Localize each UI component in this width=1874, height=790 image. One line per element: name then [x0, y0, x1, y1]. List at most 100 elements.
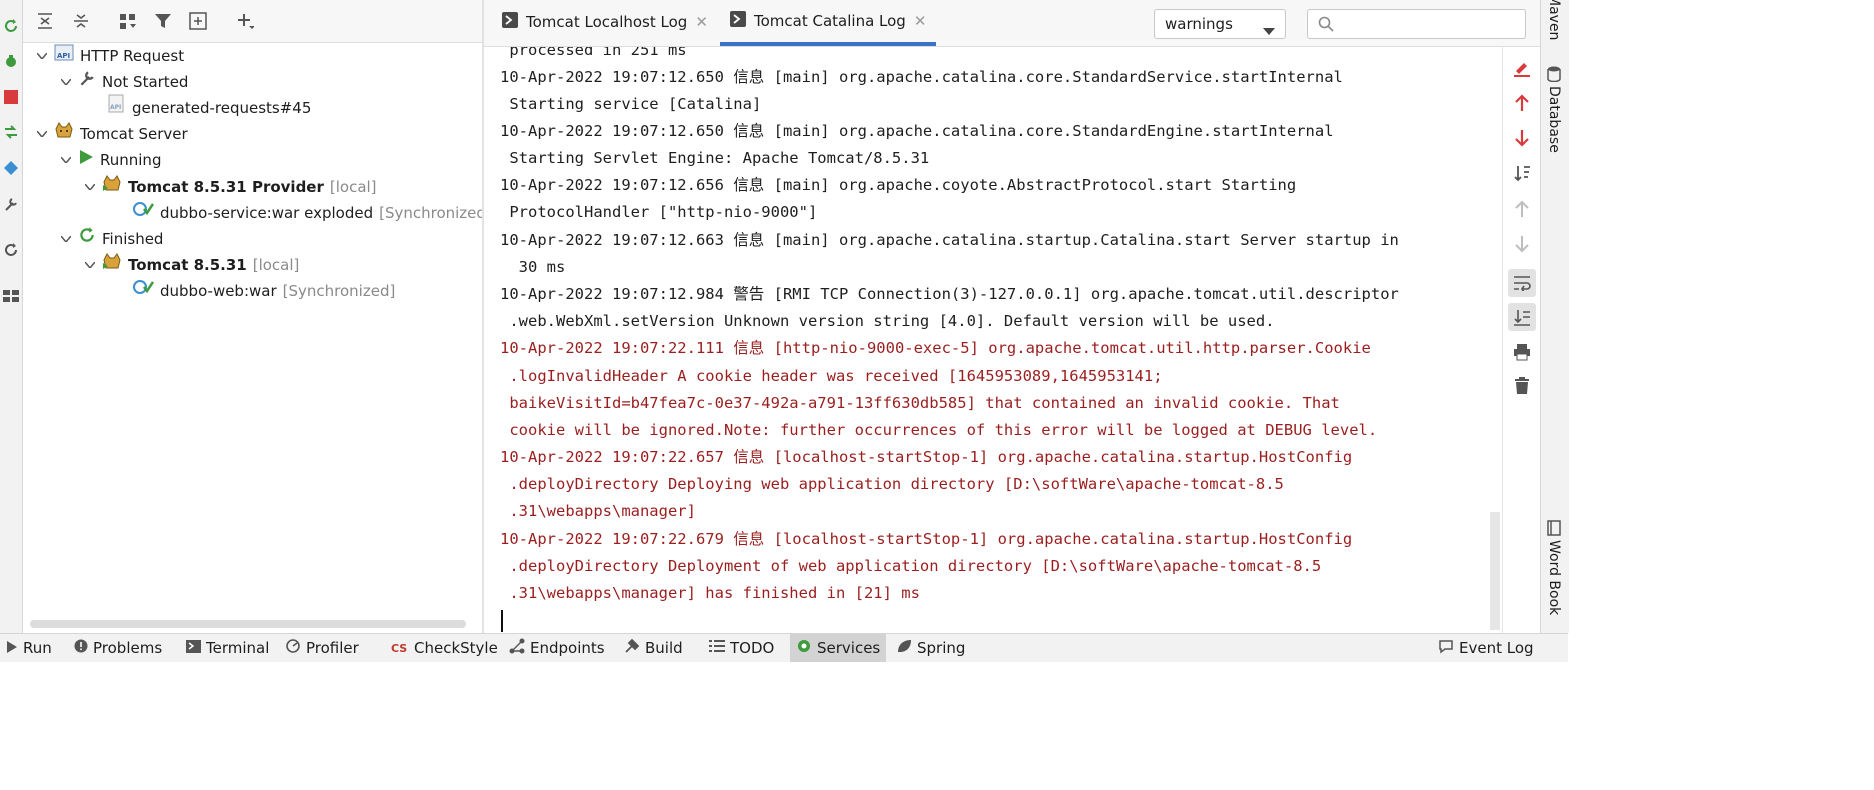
log-search-input[interactable] [1307, 9, 1526, 39]
tree-label: Not Started [102, 73, 189, 91]
filter-icon[interactable] [153, 11, 173, 31]
close-icon[interactable]: ✕ [695, 13, 708, 31]
build-icon [624, 638, 640, 658]
soft-wrap-icon[interactable] [1508, 269, 1536, 297]
bottom-tab-terminal[interactable]: Terminal [180, 634, 275, 662]
arrow-up-icon[interactable] [1511, 198, 1533, 220]
svg-text:CS: CS [391, 642, 407, 653]
bottom-tab-services[interactable]: Services [790, 634, 887, 662]
artifact-deploy-icon [132, 277, 155, 305]
scroll-to-end-icon[interactable] [1508, 303, 1536, 331]
tab-tomcat-catalina-log[interactable]: Tomcat Catalina Log ✕ [720, 0, 937, 46]
log-line: cookie will be ignored.Note: further occ… [500, 421, 1378, 439]
log-console[interactable]: processed in 251 ms 10-Apr-2022 19:07:12.… [484, 47, 1488, 633]
log-vertical-scrollbar[interactable] [1490, 512, 1500, 630]
tree-node-tomcat-provider[interactable]: Tomcat 8.5.31 Provider [local] [84, 174, 377, 200]
debug-icon[interactable] [2, 52, 20, 70]
clear-highlight-icon[interactable] [1511, 57, 1533, 79]
chevron-down-icon[interactable] [36, 43, 48, 69]
diamond-icon[interactable] [2, 159, 20, 177]
word-book-tool-window[interactable]: Word Book [1546, 540, 1562, 615]
http-api-icon: API [54, 42, 74, 70]
tree-tag: [local] [329, 178, 377, 196]
log-line: Starting Servlet Engine: Apache Tomcat/8… [500, 149, 930, 167]
checkstyle-icon: CS [391, 639, 409, 657]
tomcat-icon [54, 121, 74, 147]
bottom-tab-build[interactable]: Build [618, 634, 689, 662]
log-line: .31\webapps\manager] has finished in [21… [500, 584, 920, 602]
bottom-tab-label: Problems [93, 639, 163, 657]
log-line: processed in 251 ms [500, 47, 687, 59]
tree-status: [Synchronized] [282, 282, 396, 300]
bottom-tab-endpoints[interactable]: Endpoints [503, 634, 611, 662]
log-level-filter-select[interactable]: warnings [1154, 9, 1286, 39]
chevron-down-icon[interactable] [84, 252, 96, 278]
tree-node-dubbo-web[interactable]: dubbo-web:war [Synchronized] [132, 278, 395, 304]
event-log-button[interactable]: Event Log [1432, 634, 1540, 662]
tree-node-not-started[interactable]: Not Started [60, 69, 188, 95]
new-service-icon[interactable] [188, 11, 208, 31]
wrench-icon [78, 69, 96, 95]
arrow-down-red-icon[interactable] [1511, 127, 1533, 149]
tree-label: dubbo-web:war [160, 282, 277, 300]
bottom-tab-checkstyle[interactable]: CS CheckStyle [385, 634, 504, 662]
artifact-deploy-icon [132, 200, 155, 226]
tree-tag: [local] [252, 256, 300, 274]
print-icon[interactable] [1511, 341, 1533, 363]
chevron-down-icon[interactable] [60, 226, 72, 252]
services-icon [796, 638, 812, 658]
trash-icon[interactable] [1511, 375, 1533, 397]
log-icon [502, 12, 518, 32]
chevron-down-icon[interactable] [60, 69, 72, 95]
rerun-icon[interactable] [2, 17, 20, 35]
speech-bubble-icon [1438, 638, 1454, 658]
tree-node-tomcat-server[interactable]: Tomcat Server [36, 121, 188, 147]
expand-all-icon[interactable] [35, 11, 55, 31]
problems-icon [74, 639, 88, 657]
log-icon [730, 11, 746, 31]
log-line: ProtocolHandler ["http-nio-9000"] [500, 203, 818, 221]
spring-icon [896, 638, 912, 658]
tab-tomcat-localhost-log[interactable]: Tomcat Localhost Log ✕ [492, 0, 718, 44]
maven-tool-window[interactable]: Maven [1546, 0, 1562, 40]
chevron-down-icon[interactable] [36, 121, 48, 147]
bottom-tab-problems[interactable]: Problems [68, 634, 168, 662]
arrow-down-icon[interactable] [1511, 233, 1533, 255]
layout-icon[interactable] [2, 287, 20, 305]
tree-node-http-request[interactable]: API HTTP Request [36, 43, 184, 69]
services-toolbar [23, 0, 482, 43]
group-icon[interactable] [118, 11, 138, 31]
tree-label: Tomcat 8.5.31 Provider [128, 178, 324, 196]
wrench-icon[interactable] [2, 195, 20, 213]
tree-node-tomcat-8531[interactable]: Tomcat 8.5.31 [local] [84, 252, 299, 278]
deploy-icon[interactable] [2, 123, 20, 141]
log-line: 10-Apr-2022 19:07:12.984 警告 [RMI TCP Con… [500, 285, 1399, 303]
refresh-icon[interactable] [2, 241, 20, 259]
close-icon[interactable]: ✕ [914, 12, 927, 30]
bottom-tab-profiler[interactable]: Profiler [280, 634, 365, 662]
arrow-up-red-icon[interactable] [1511, 92, 1533, 114]
add-icon[interactable] [235, 11, 255, 31]
terminal-icon [186, 639, 201, 657]
tree-node-finished[interactable]: Finished [60, 226, 163, 252]
bottom-tab-todo[interactable]: TODO [703, 634, 780, 662]
tree-node-generated-requests[interactable]: API generated-requests#45 [108, 94, 311, 122]
tree-node-dubbo-service[interactable]: dubbo-service:war exploded [Synchronized… [132, 200, 482, 226]
collapse-all-icon[interactable] [71, 11, 91, 31]
bottom-tab-run[interactable]: Run [0, 634, 58, 662]
tree-horizontal-scrollbar[interactable] [30, 620, 466, 628]
console-tools [1502, 47, 1541, 633]
stop-icon[interactable] [2, 88, 20, 106]
search-icon [1318, 16, 1334, 36]
sort-icon[interactable] [1511, 162, 1533, 184]
log-line: Starting service [Catalina] [500, 95, 762, 113]
log-line: 10-Apr-2022 19:07:12.656 信息 [main] org.a… [500, 176, 1297, 194]
tree-node-running[interactable]: Running [60, 147, 161, 173]
finished-refresh-icon [78, 226, 96, 252]
chevron-down-icon[interactable] [60, 147, 72, 173]
chevron-down-icon[interactable] [84, 174, 96, 200]
database-tool-window[interactable]: Database [1546, 86, 1562, 153]
bottom-tab-spring[interactable]: Spring [890, 634, 971, 662]
bottom-tool-bar: Run Problems Terminal Profiler CS CheckStyle E… [0, 633, 1568, 662]
api-file-icon: API [108, 94, 126, 122]
